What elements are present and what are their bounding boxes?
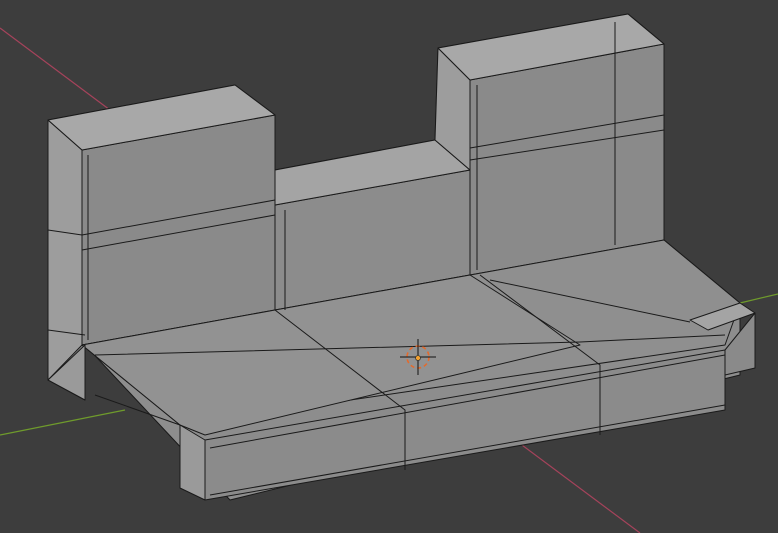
3d-viewport[interactable]	[0, 0, 778, 533]
left-tower-side-face	[47, 119, 83, 381]
viewport-canvas[interactable]	[0, 0, 778, 533]
right-tower-front-face	[469, 43, 665, 276]
y-axis-line	[0, 409, 126, 436]
mesh-object[interactable]	[47, 13, 756, 501]
x-axis-line	[0, 27, 111, 111]
y-axis-line-right	[739, 293, 778, 304]
origin-point[interactable]	[415, 355, 421, 361]
